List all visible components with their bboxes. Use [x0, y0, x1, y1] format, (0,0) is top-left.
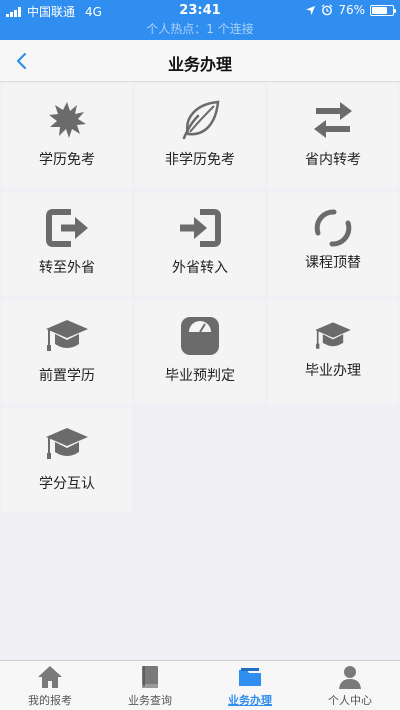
- export-icon: [2, 206, 132, 250]
- tab-personal-center[interactable]: 个人中心: [300, 661, 400, 710]
- service-label: 毕业办理: [305, 363, 361, 379]
- tab-label: 个人中心: [328, 694, 372, 707]
- tab-business-query[interactable]: 业务查询: [100, 661, 200, 710]
- graduation-cap-icon: [2, 422, 132, 466]
- tab-business-handling[interactable]: 业务办理: [200, 661, 300, 710]
- nav-bar: 业务办理: [0, 40, 400, 82]
- tab-label: 业务办理: [228, 694, 272, 707]
- refresh-circle-icon: [268, 206, 398, 250]
- service-tile-graduation-processing[interactable]: 毕业办理: [268, 300, 398, 404]
- service-tile-graduation-pre-assessment[interactable]: 毕业预判定: [135, 300, 265, 404]
- user-icon: [300, 665, 400, 691]
- service-label: 前置学历: [39, 368, 95, 384]
- graduation-cap-icon: [2, 314, 132, 358]
- tab-my-registration[interactable]: 我的报考: [0, 661, 100, 710]
- service-label: 学分互认: [39, 476, 95, 492]
- status-bar: 中国联通 4G 23:41 76% 个人热点：1 个连接: [0, 0, 400, 40]
- status-row: 中国联通 4G 23:41 76%: [0, 2, 400, 20]
- import-icon: [135, 206, 265, 250]
- leaf-icon: [135, 98, 265, 142]
- starburst-icon: [2, 98, 132, 142]
- service-label: 外省转入: [172, 260, 228, 276]
- service-tile-transfer-out[interactable]: 转至外省: [2, 192, 132, 296]
- service-tile-in-province-transfer[interactable]: 省内转考: [268, 84, 398, 188]
- alarm-icon: [321, 4, 333, 16]
- tab-label: 我的报考: [28, 694, 72, 707]
- service-tile-prior-education[interactable]: 前置学历: [2, 300, 132, 404]
- location-arrow-icon: [306, 5, 316, 15]
- service-label: 学历免考: [39, 152, 95, 168]
- page-title: 业务办理: [167, 55, 232, 74]
- graduation-cap-icon: [268, 314, 398, 358]
- service-label: 转至外省: [39, 260, 95, 276]
- service-label: 毕业预判定: [165, 368, 235, 384]
- service-label: 省内转考: [305, 152, 361, 168]
- book-icon: [100, 665, 200, 691]
- folder-icon: [200, 665, 300, 691]
- tab-label: 业务查询: [128, 694, 172, 707]
- service-tile-credit-recognition[interactable]: 学分互认: [2, 408, 132, 512]
- battery-icon: [370, 4, 396, 16]
- service-label: 非学历免考: [165, 152, 235, 168]
- service-tile-academic-exemption[interactable]: 学历免考: [2, 84, 132, 188]
- service-grid: 学历免考 非学历免考 省内转考 转至外省 外省转入 课程顶替 前置学历 毕业预判…: [2, 84, 398, 512]
- tab-bar: 我的报考 业务查询 业务办理 个人中心: [0, 660, 400, 710]
- service-label: 课程顶替: [305, 255, 361, 271]
- scale-icon: [135, 314, 265, 358]
- home-icon: [0, 665, 100, 691]
- service-tile-non-academic-exemption[interactable]: 非学历免考: [135, 84, 265, 188]
- status-right: 76%: [305, 3, 396, 17]
- hotspot-banner[interactable]: 个人热点：1 个连接: [0, 20, 400, 37]
- swap-arrows-icon: [268, 98, 398, 142]
- battery-percent: 76%: [338, 3, 365, 17]
- service-tile-course-substitution[interactable]: 课程顶替: [268, 192, 398, 296]
- service-tile-transfer-in[interactable]: 外省转入: [135, 192, 265, 296]
